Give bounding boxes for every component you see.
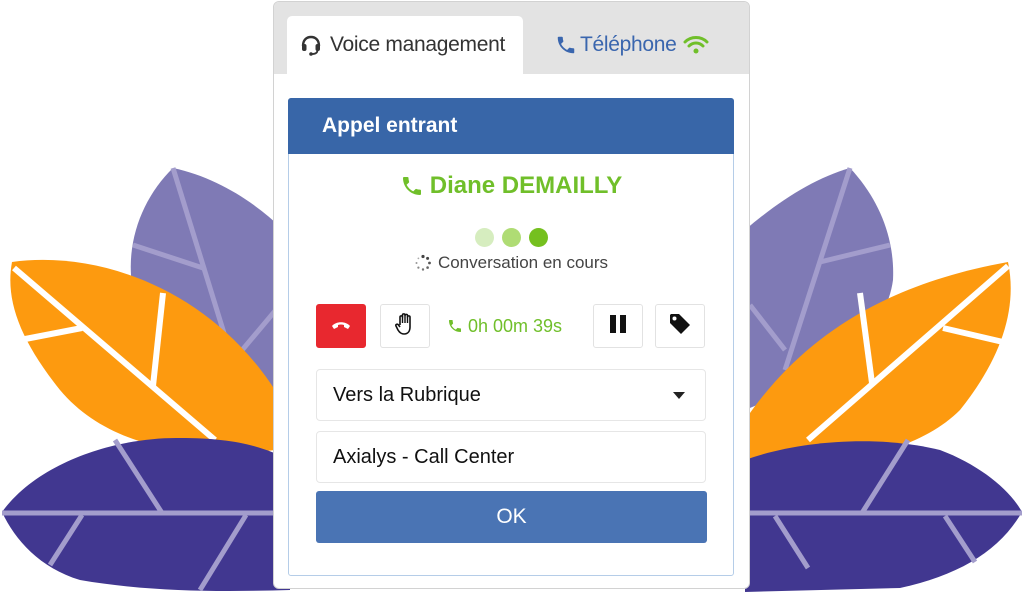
softphone-window: Voice management Téléphone Appel entrant… (273, 1, 750, 589)
tab-telephone-label: Téléphone (580, 33, 677, 56)
leaf-left-dark (2, 437, 290, 592)
phone-icon (400, 174, 424, 198)
caller-name: Diane DEMAILLY (289, 172, 733, 200)
hangup-button[interactable] (316, 304, 366, 348)
caret-down-icon (673, 392, 685, 399)
tag-icon (669, 313, 691, 340)
rubrique-select[interactable]: Vers la Rubrique (316, 369, 706, 421)
rubrique-select-value: Vers la Rubrique (333, 383, 481, 406)
progress-dot-1 (474, 228, 494, 247)
tab-telephone[interactable]: Téléphone (532, 16, 732, 74)
leaf-right-dark (745, 438, 1022, 592)
spinner-icon (414, 254, 432, 272)
hold-button[interactable] (380, 304, 430, 348)
pause-icon (609, 314, 627, 339)
caller-name-text: Diane DEMAILLY (429, 172, 623, 199)
progress-dot-2 (501, 228, 521, 247)
tab-bar: Voice management Téléphone (274, 2, 749, 74)
tab-voice-label: Voice management (330, 33, 505, 56)
tag-button[interactable] (655, 304, 705, 348)
progress-dots (289, 228, 733, 247)
call-status-text: Conversation en cours (437, 253, 609, 272)
headset-icon (300, 34, 322, 56)
pause-button[interactable] (593, 304, 643, 348)
phone-icon (555, 34, 577, 56)
panel-title: Appel entrant (288, 98, 734, 154)
tab-voice-management[interactable]: Voice management (287, 16, 523, 74)
ok-button[interactable]: OK (316, 491, 707, 543)
hangup-icon (331, 317, 351, 335)
progress-dot-3 (528, 228, 548, 247)
hand-icon (394, 312, 416, 341)
incoming-call-panel: Appel entrant Diane DEMAILLY Conversatio… (288, 98, 734, 576)
call-timer: 0h 00m 39s (447, 304, 562, 348)
phone-icon (447, 318, 463, 334)
wifi-icon (683, 35, 709, 55)
call-status: Conversation en cours (289, 253, 733, 273)
destination-input-value: Axialys - Call Center (333, 445, 515, 468)
call-timer-text: 0h 00m 39s (468, 315, 563, 336)
destination-input[interactable]: Axialys - Call Center (316, 431, 706, 483)
